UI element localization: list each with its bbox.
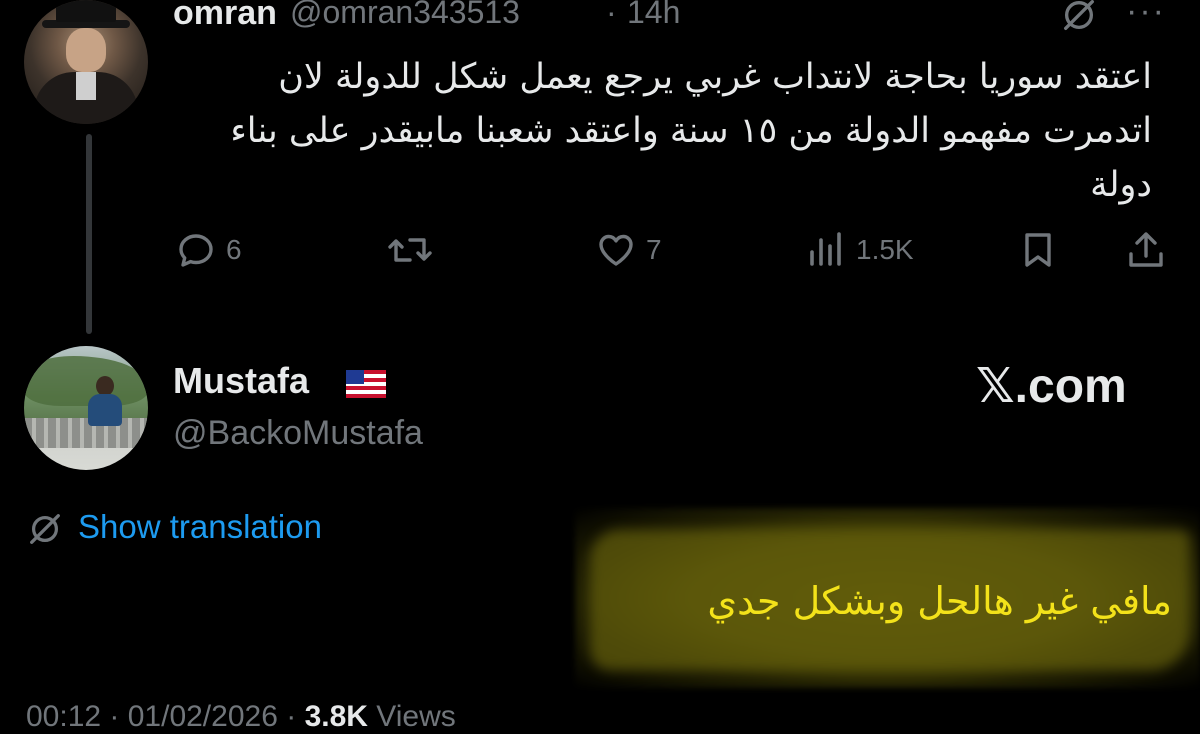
more-options-button[interactable]: ··· <box>1126 0 1166 31</box>
avatar-omran[interactable] <box>24 0 148 124</box>
heart-icon <box>599 234 633 266</box>
views-button[interactable]: 1.5K <box>806 228 914 272</box>
x-com-watermark: 𝕏.com <box>976 360 1127 413</box>
views-icon <box>810 232 841 266</box>
us-flag-icon <box>346 370 386 398</box>
header-separator: · <box>606 0 617 30</box>
retweet-button[interactable] <box>386 228 434 272</box>
bookmark-icon <box>1025 233 1051 267</box>
avatar-mustafa[interactable] <box>24 346 148 470</box>
reply-button[interactable]: 6 <box>176 228 242 272</box>
tweet-author-handle[interactable]: @omran343513 <box>290 0 520 31</box>
thread-connector-line <box>86 134 92 334</box>
views-count: 1.5K <box>856 234 914 265</box>
reply-icon <box>179 234 213 267</box>
reply-author-name[interactable]: Mustafa <box>173 360 309 402</box>
tweet-text: اعتقد سوريا بحاجة لانتداب غربي يرجع يعمل… <box>230 57 1152 205</box>
bookmark-button[interactable] <box>1018 228 1058 272</box>
reply-author-handle[interactable]: @BackoMustafa <box>173 414 423 453</box>
translate-icon <box>30 514 60 544</box>
like-button[interactable]: 7 <box>596 228 662 272</box>
retweet-icon <box>388 238 432 262</box>
like-count: 7 <box>646 234 662 265</box>
reply-views-count: 3.8K <box>304 700 368 733</box>
reply-timestamp: 00:12 · 01/02/2026 · <box>26 700 297 733</box>
grok-icon[interactable] <box>1060 0 1098 34</box>
reply-count: 6 <box>226 234 242 265</box>
share-icon <box>1129 232 1163 267</box>
reply-text: مافي غير هالحل وبشكل جدي <box>707 579 1172 623</box>
show-translation-link[interactable]: Show translation <box>78 508 322 546</box>
tweet-author-name[interactable]: omran <box>173 0 277 33</box>
reply-views-label: Views <box>376 700 456 733</box>
tweet-timestamp[interactable]: 14h <box>627 0 680 31</box>
reply-footer: 00:12 · 01/02/2026 · 3.8K Views <box>26 700 456 734</box>
share-button[interactable] <box>1126 228 1166 272</box>
